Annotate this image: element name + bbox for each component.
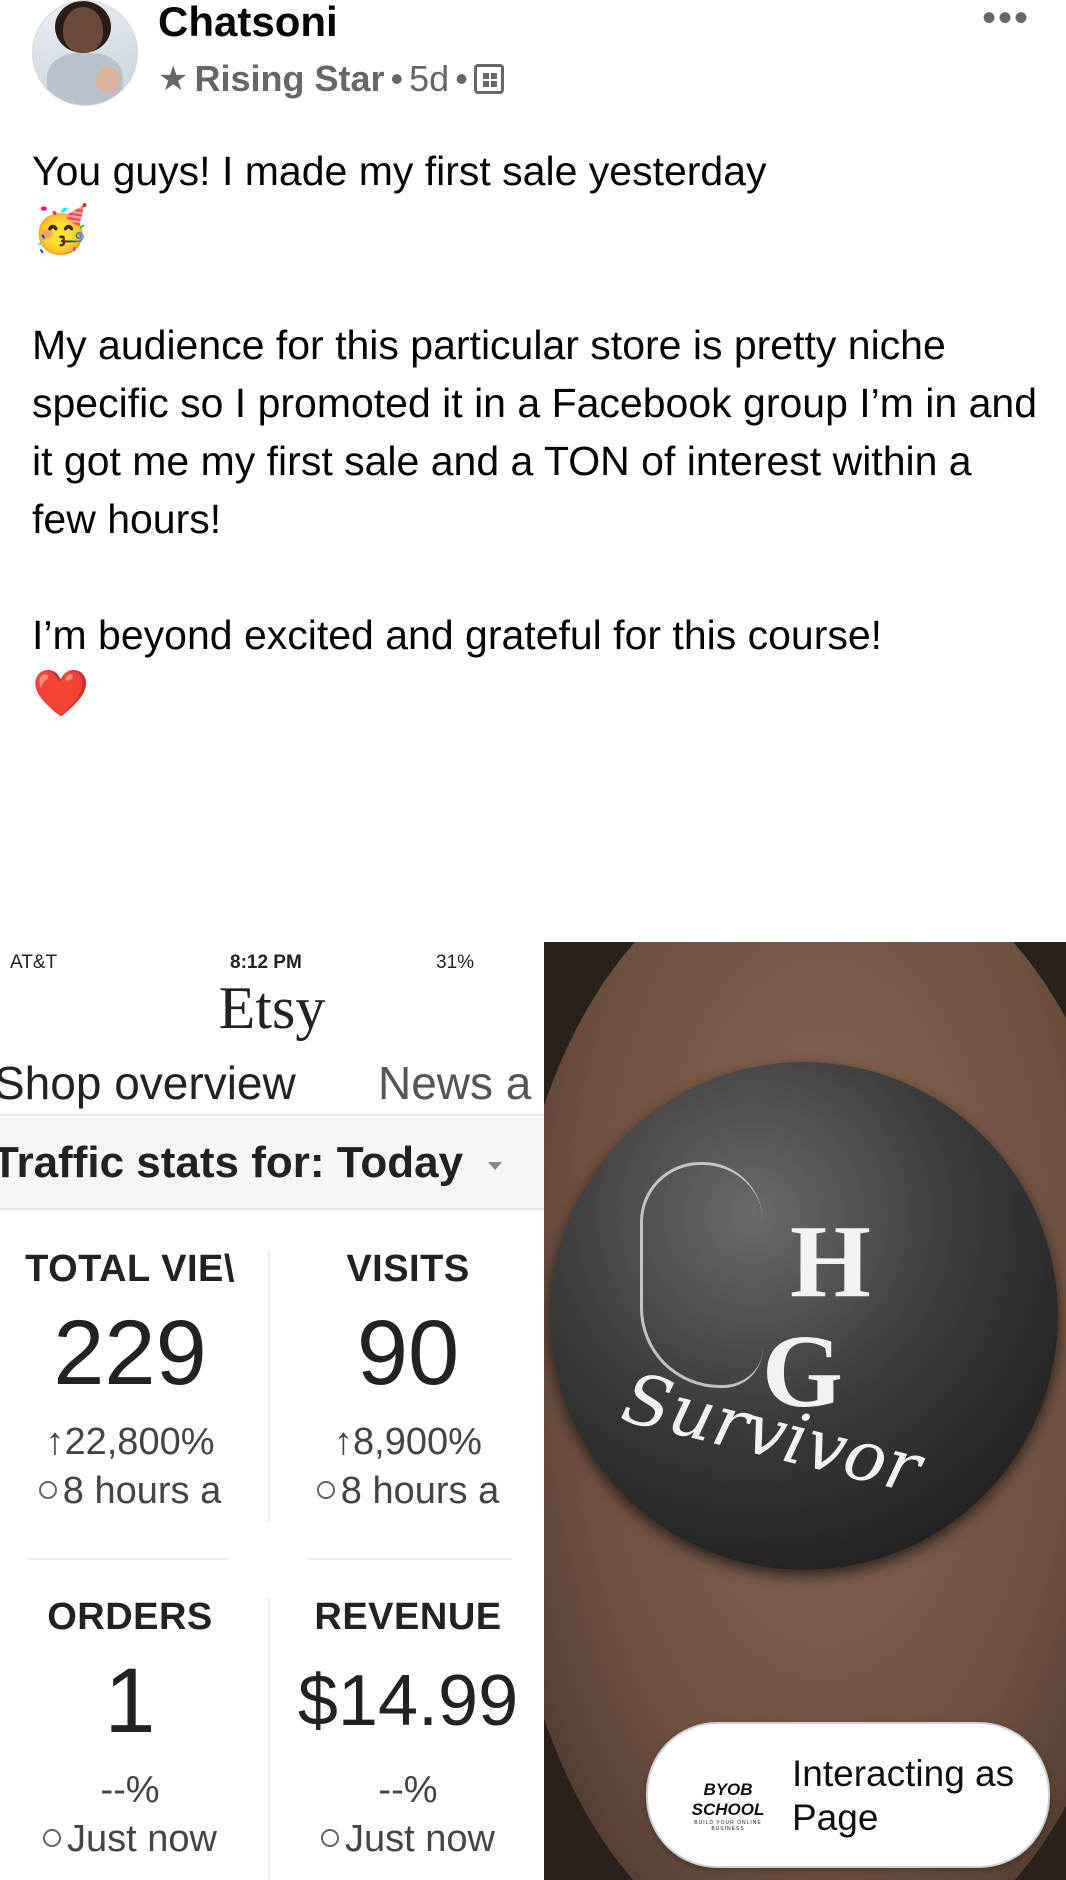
hg-survivor-button: H G Survivor <box>550 1062 1058 1570</box>
interacting-as-label: Interacting as Page <box>792 1753 1015 1838</box>
divider <box>268 1250 270 1522</box>
party-face-emoji: 🥳 <box>32 203 90 255</box>
post-line-3: I’m beyond excited and grateful for this… <box>32 612 883 658</box>
stat-change: --% <box>378 1769 438 1811</box>
etsy-tabs: Shop overview News a <box>0 1052 544 1122</box>
stat-value: 90 <box>356 1302 460 1404</box>
tab-news: News a <box>378 1057 532 1109</box>
carrier-label: AT&T <box>10 952 58 973</box>
meta-separator: • <box>455 58 468 99</box>
post-body: You guys! I made my first sale yesterday… <box>32 142 1042 722</box>
more-options-icon[interactable]: ••• <box>982 0 1030 38</box>
clock-icon <box>38 1480 57 1499</box>
stat-label: TOTAL VIE\ <box>25 1248 235 1290</box>
etsy-stats-screenshot[interactable]: AT&T 8:12 PM 31% Etsy Shop overview News… <box>0 942 544 1880</box>
stat-label: ORDERS <box>47 1596 213 1638</box>
traffic-stats-label: Traffic stats for: Today <box>0 1138 464 1187</box>
stat-visits: VISITS 90 ↑8,900% 8 hours a <box>278 1248 538 1513</box>
post-age[interactable]: 5d <box>409 58 449 100</box>
rising-star-badge[interactable]: Rising Star <box>194 58 384 100</box>
author-name[interactable]: Chatsoni <box>158 0 338 46</box>
clock-icon <box>316 1480 335 1499</box>
pin-letter-h: H <box>790 1204 871 1319</box>
traffic-stats-bar: Traffic stats for: Today <box>0 1118 544 1210</box>
group-privacy-icon <box>473 64 504 94</box>
tab-shop-overview: Shop overview <box>0 1056 350 1122</box>
stat-value: 1 <box>104 1650 156 1752</box>
meta-separator: • <box>390 58 404 99</box>
stat-value: $14.99 <box>297 1661 519 1741</box>
dropdown-caret-icon <box>488 1162 502 1170</box>
stat-label: REVENUE <box>314 1596 502 1638</box>
battery-level: 31% <box>436 952 475 973</box>
clock-icon <box>321 1828 340 1847</box>
rising-star-icon: ★ <box>158 60 189 98</box>
stat-revenue: REVENUE $14.99 --% Just now <box>278 1596 538 1861</box>
stat-change: ↑22,800% <box>45 1421 215 1463</box>
status-time: 8:12 PM <box>230 952 302 973</box>
stat-orders: ORDERS 1 --% Just now <box>0 1596 260 1861</box>
stat-time: 8 hours a <box>278 1470 538 1513</box>
divider <box>308 1558 512 1560</box>
author-avatar[interactable] <box>32 0 138 106</box>
clock-icon <box>43 1828 62 1847</box>
post-meta: ★ Rising Star • 5d • <box>158 58 504 100</box>
stat-time: 8 hours a <box>0 1470 260 1513</box>
stat-value: 229 <box>53 1302 207 1404</box>
etsy-logo: Etsy <box>218 975 326 1041</box>
post-paragraph-2: My audience for this particular store is… <box>32 322 1038 542</box>
stat-change: ↑8,900% <box>334 1421 482 1463</box>
interacting-as-page-button[interactable]: BYOB SCHOOL BUILD YOUR ONLINE BUSINESS In… <box>646 1722 1050 1868</box>
stat-total-views: TOTAL VIE\ 229 ↑22,800% 8 hours a <box>0 1248 260 1513</box>
stat-change: --% <box>100 1769 160 1811</box>
divider <box>268 1598 270 1880</box>
heart-emoji: ❤️ <box>32 667 90 719</box>
stat-time: Just now <box>278 1818 538 1861</box>
post-line-1: You guys! I made my first sale yesterday <box>32 148 767 194</box>
divider <box>26 1558 228 1560</box>
stat-label: VISITS <box>346 1248 470 1290</box>
pregnant-woman-outline <box>640 1162 763 1388</box>
byob-school-logo: BYOB SCHOOL BUILD YOUR ONLINE BUSINESS <box>691 1780 765 1832</box>
stat-time: Just now <box>0 1818 260 1861</box>
